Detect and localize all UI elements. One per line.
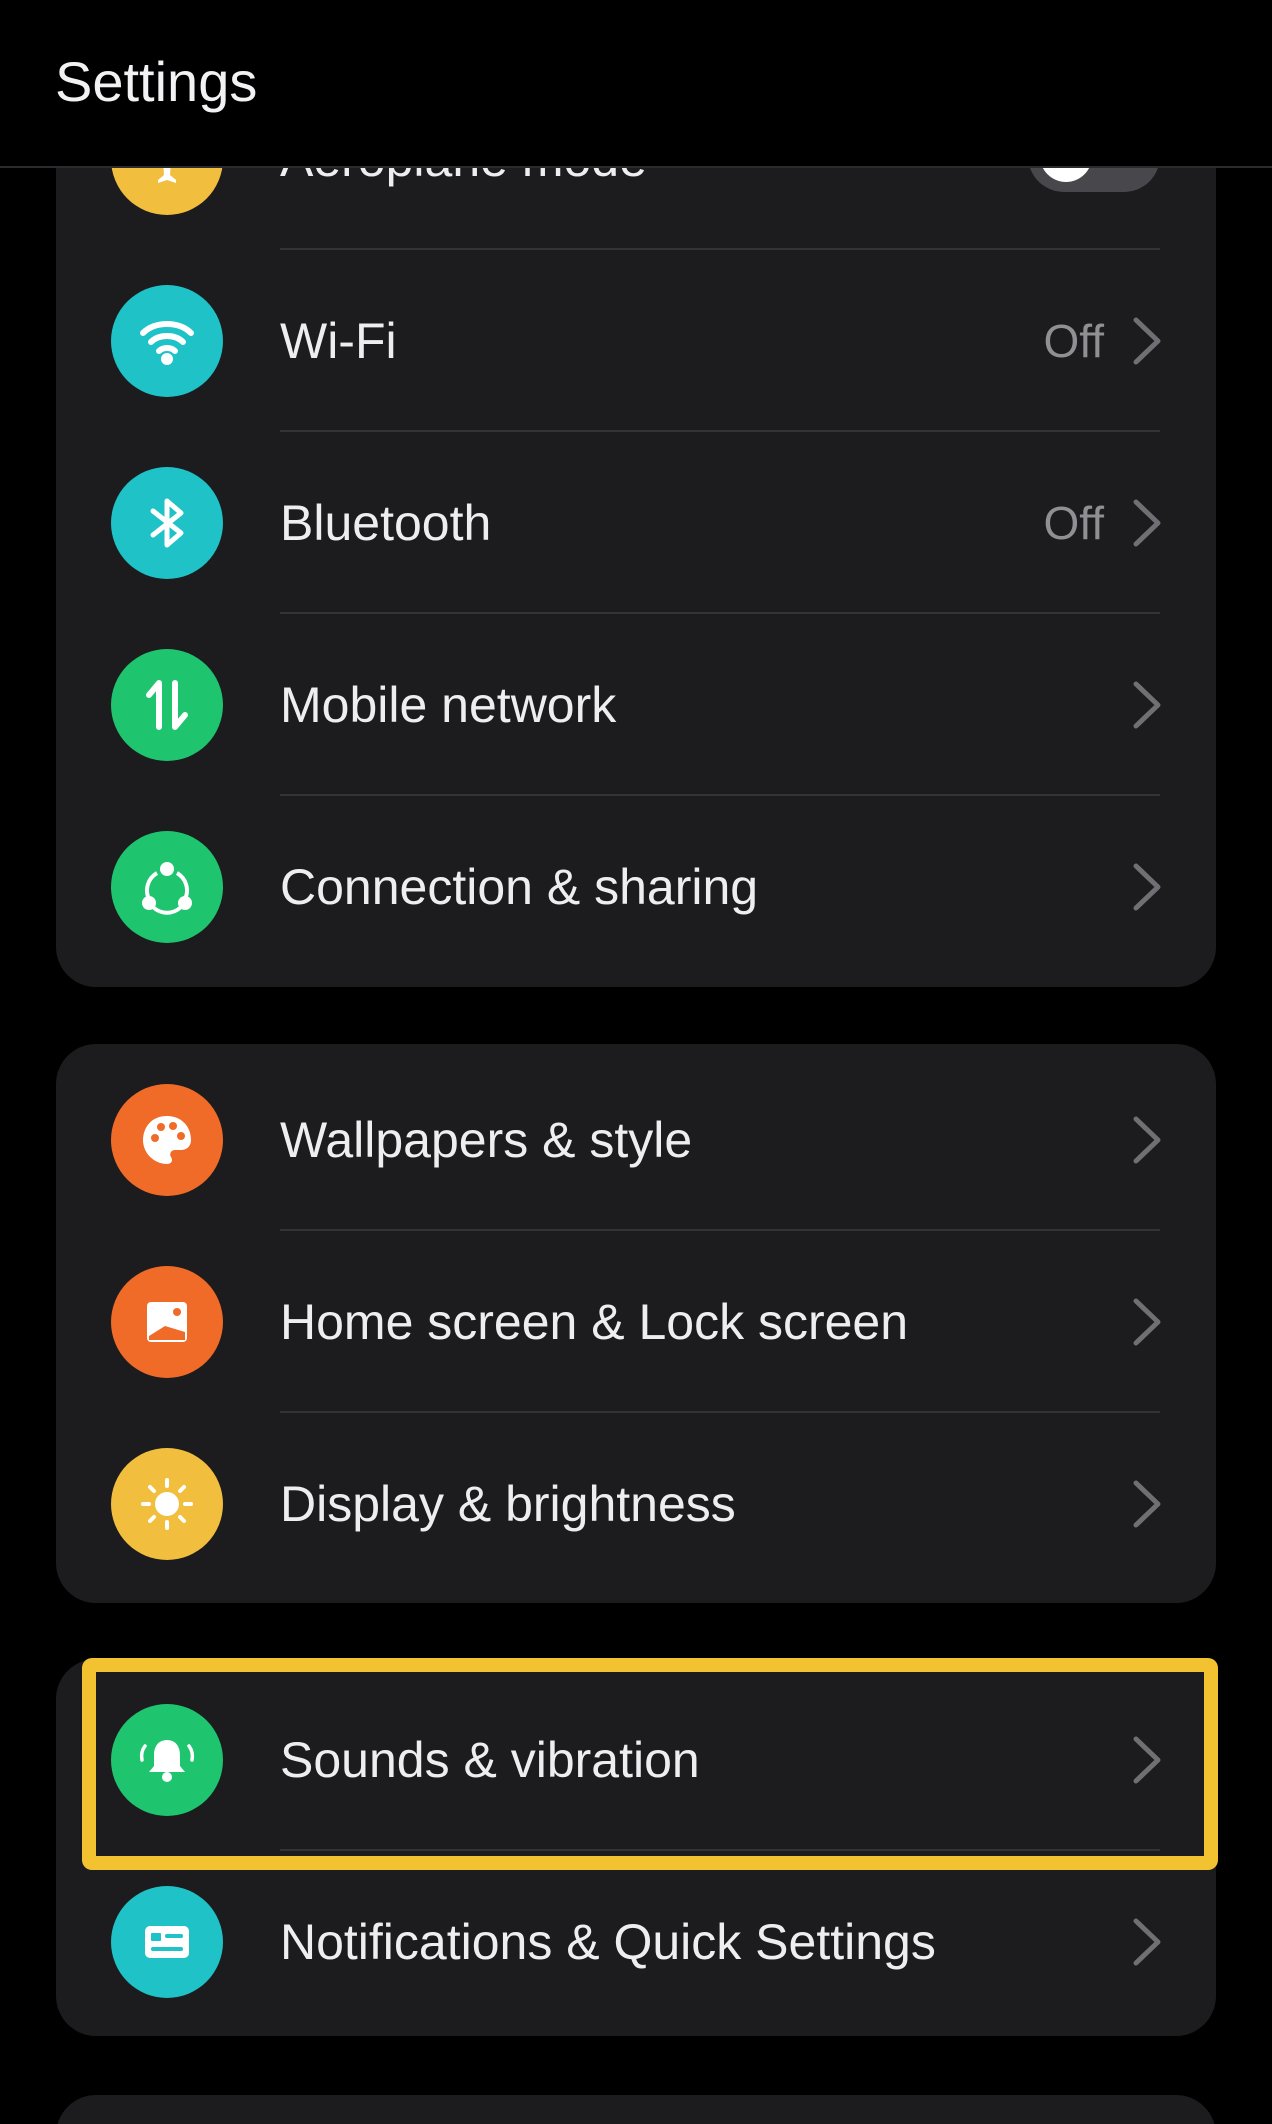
status-value: Off bbox=[1043, 497, 1104, 549]
chevron-right-icon bbox=[1133, 499, 1161, 547]
chevron-right-icon bbox=[1133, 317, 1161, 365]
sound-notification-group: Sounds & vibration Notifications & Quick… bbox=[56, 1659, 1216, 2036]
settings-item-notifications-quick-settings[interactable]: Notifications & Quick Settings bbox=[56, 1851, 1216, 2033]
settings-item-home-lock-screen[interactable]: Home screen & Lock screen bbox=[56, 1231, 1216, 1413]
item-label: Display & brightness bbox=[280, 1476, 736, 1532]
picture-icon bbox=[111, 1266, 223, 1378]
sun-icon bbox=[111, 1448, 223, 1560]
next-group bbox=[56, 2095, 1216, 2124]
item-label: Sounds & vibration bbox=[280, 1732, 700, 1788]
settings-item-sounds-vibration[interactable]: Sounds & vibration bbox=[56, 1669, 1216, 1851]
chevron-right-icon bbox=[1133, 1736, 1161, 1784]
settings-item-display-brightness[interactable]: Display & brightness bbox=[56, 1413, 1216, 1595]
chevron-right-icon bbox=[1133, 681, 1161, 729]
item-label: Connection & sharing bbox=[280, 859, 759, 915]
settings-screen: Aeroplane mode Wi-Fi Off bbox=[0, 0, 1272, 2124]
notification-icon bbox=[111, 1886, 223, 1998]
chevron-right-icon bbox=[1133, 1116, 1161, 1164]
chevron-right-icon bbox=[1133, 1918, 1161, 1966]
item-label: Wi-Fi bbox=[280, 313, 397, 369]
settings-item-mobile-network[interactable]: Mobile network bbox=[56, 614, 1216, 796]
settings-item-wifi[interactable]: Wi-Fi Off bbox=[56, 250, 1216, 432]
personalization-group: Wallpapers & style Home screen & Lock sc… bbox=[56, 1044, 1216, 1603]
header: Settings bbox=[0, 0, 1272, 168]
settings-item-connection-sharing[interactable]: Connection & sharing bbox=[56, 796, 1216, 978]
page-title: Settings bbox=[55, 50, 258, 113]
wifi-icon bbox=[111, 285, 223, 397]
item-label: Wallpapers & style bbox=[280, 1112, 693, 1168]
item-label: Mobile network bbox=[280, 677, 617, 733]
item-label: Home screen & Lock screen bbox=[280, 1294, 909, 1350]
settings-item-bluetooth[interactable]: Bluetooth Off bbox=[56, 432, 1216, 614]
status-value: Off bbox=[1043, 315, 1104, 367]
settings-item-wallpapers-style[interactable]: Wallpapers & style bbox=[56, 1049, 1216, 1231]
bluetooth-icon bbox=[111, 467, 223, 579]
chevron-right-icon bbox=[1133, 1298, 1161, 1346]
item-label: Bluetooth bbox=[280, 495, 492, 551]
mobile-data-icon bbox=[111, 649, 223, 761]
palette-icon bbox=[111, 1084, 223, 1196]
connectivity-group: Aeroplane mode Wi-Fi Off bbox=[56, 100, 1216, 987]
chevron-right-icon bbox=[1133, 863, 1161, 911]
chevron-right-icon bbox=[1133, 1480, 1161, 1528]
share-icon bbox=[111, 831, 223, 943]
item-label: Notifications & Quick Settings bbox=[280, 1914, 936, 1970]
bell-icon bbox=[111, 1704, 223, 1816]
